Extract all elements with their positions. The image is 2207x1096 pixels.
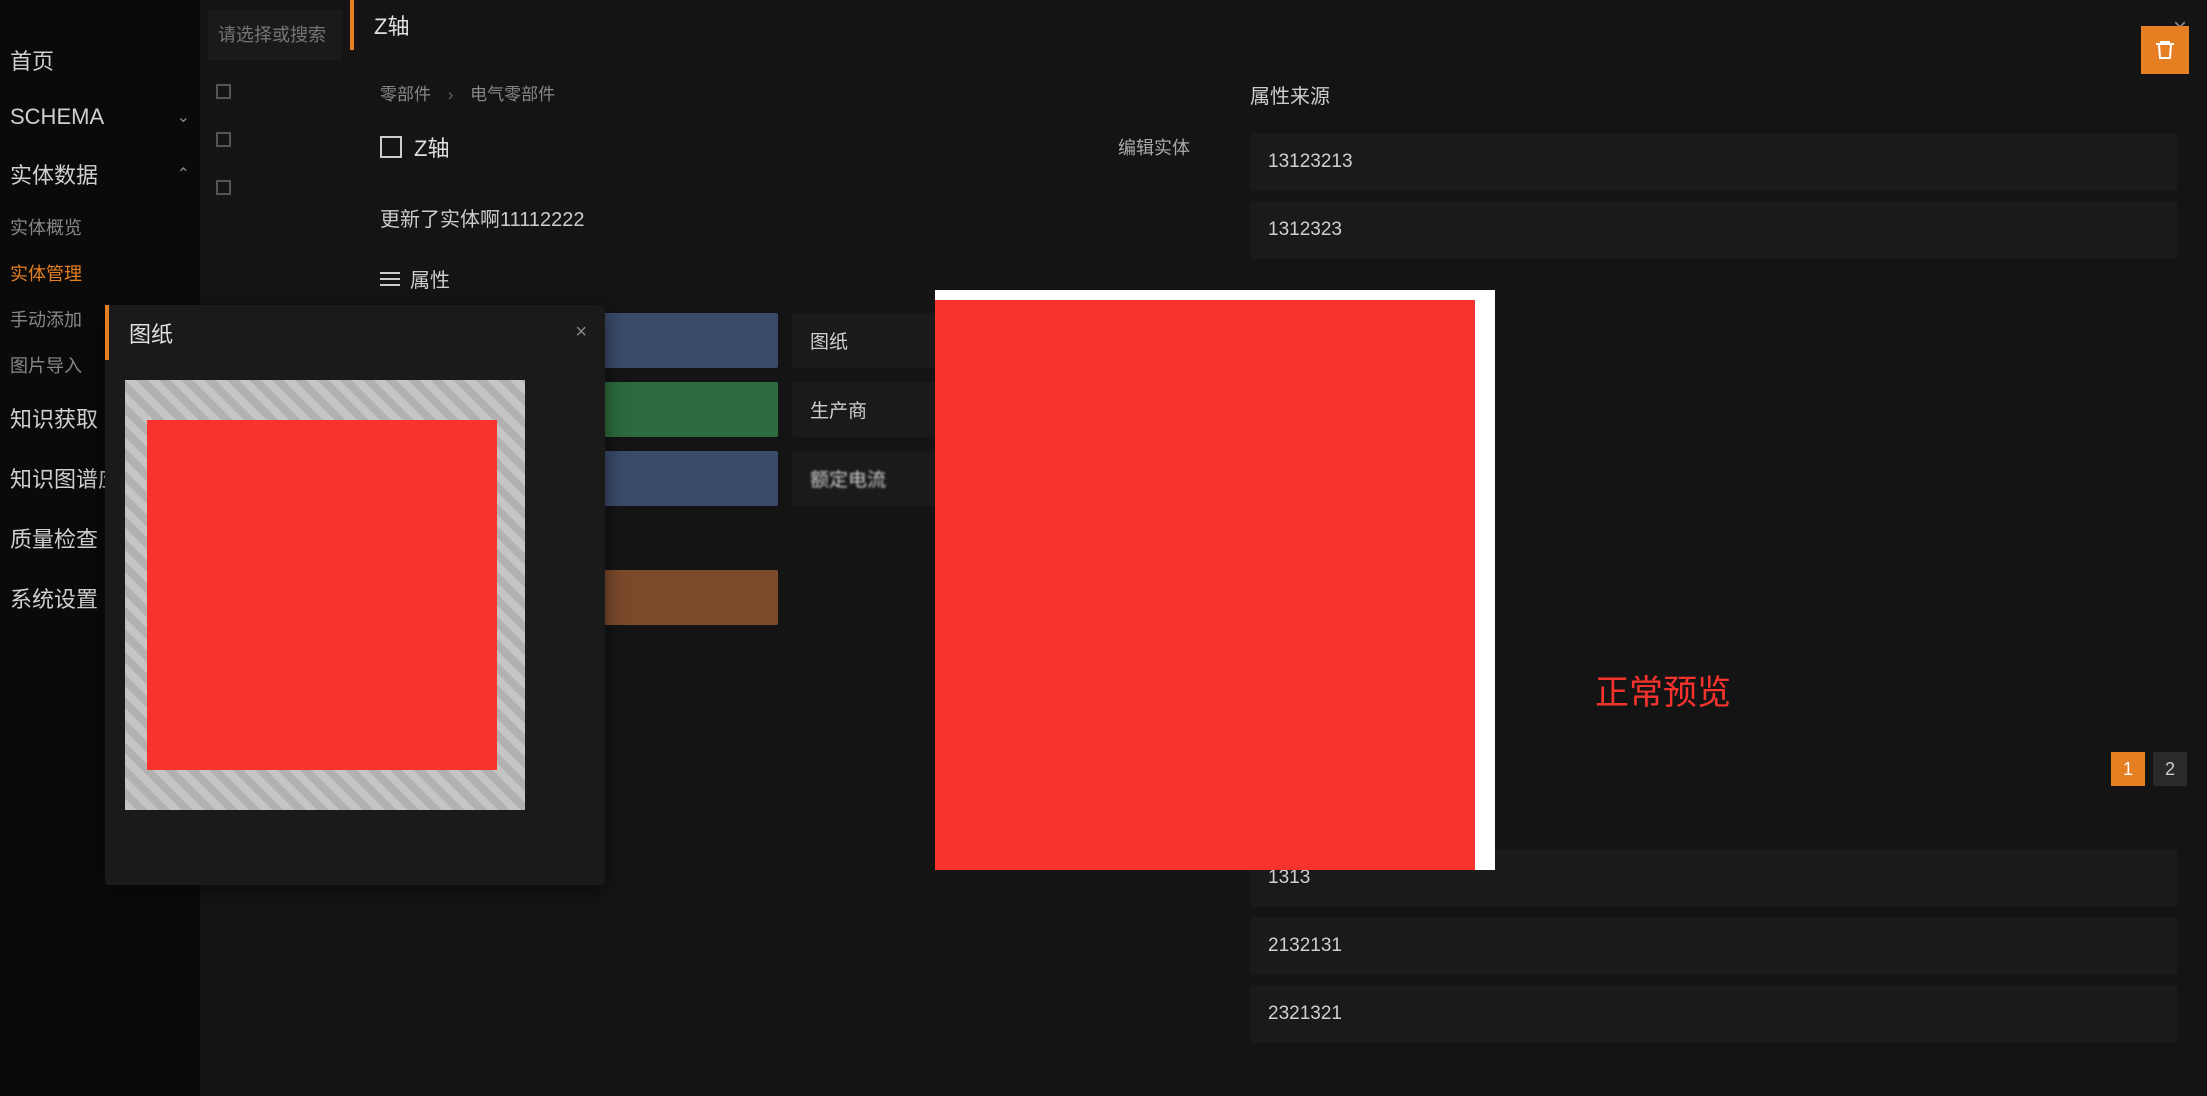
attr-source-row[interactable]: 13123213 [1250, 133, 2177, 191]
delete-button[interactable] [2141, 26, 2189, 74]
entity-search-input[interactable] [208, 10, 342, 60]
page-1-button[interactable]: 1 [2111, 752, 2145, 786]
entity-checkbox-row[interactable] [200, 70, 350, 118]
nav-schema[interactable]: SCHEMA [0, 90, 200, 144]
update-description: 更新了实体啊11112222 [380, 191, 1190, 244]
preview-annotation-text: 正常预览 [1595, 665, 1731, 714]
redacted-overlay [935, 300, 1475, 870]
close-icon[interactable]: × [575, 321, 587, 344]
attr-source-row[interactable]: 1312323 [1250, 201, 2177, 259]
attr-source-row[interactable]: 2132131 [1250, 917, 2177, 975]
panel-header: Z轴 × [350, 0, 2207, 50]
list-icon [380, 272, 400, 286]
nav-entity-data[interactable]: 实体数据 [0, 144, 200, 204]
image-preview[interactable] [935, 290, 1495, 870]
pagination: 1 2 [2111, 752, 2187, 786]
popup-title: 图纸 [129, 317, 173, 349]
attr-source-row[interactable]: 2321321 [1250, 985, 2177, 1043]
panel-title: Z轴 [374, 9, 409, 41]
checkbox-icon[interactable] [216, 84, 231, 99]
popup-header: 图纸 × [105, 305, 605, 360]
drawing-preview-popup: 图纸 × [105, 305, 605, 885]
checkbox-icon[interactable] [216, 180, 231, 195]
breadcrumb-segment[interactable]: 电气零部件 [470, 85, 555, 104]
trash-icon [2153, 38, 2177, 62]
breadcrumb-segment[interactable]: 零部件 [380, 85, 431, 104]
cube-icon [380, 136, 402, 158]
chevron-right-icon: › [448, 85, 454, 104]
entity-checkbox-row[interactable] [200, 118, 350, 166]
drawing-thumbnail[interactable] [125, 380, 525, 810]
nav-home[interactable]: 首页 [0, 30, 200, 90]
redacted-overlay [147, 420, 497, 770]
checkbox-icon[interactable] [216, 132, 231, 147]
attributes-heading: 属性 [380, 264, 1190, 293]
breadcrumb: 零部件 › 电气零部件 [380, 80, 1190, 105]
entity-name: Z轴 [414, 131, 449, 163]
attr-source-title: 属性来源 [1250, 80, 2177, 109]
nav-entity-overview[interactable]: 实体概览 [0, 204, 200, 250]
nav-entity-manage[interactable]: 实体管理 [0, 250, 200, 296]
page-2-button[interactable]: 2 [2153, 752, 2187, 786]
entity-checkbox-row[interactable] [200, 166, 350, 214]
edit-entity-link[interactable]: 编辑实体 [1118, 134, 1190, 160]
attributes-label: 属性 [410, 264, 450, 293]
